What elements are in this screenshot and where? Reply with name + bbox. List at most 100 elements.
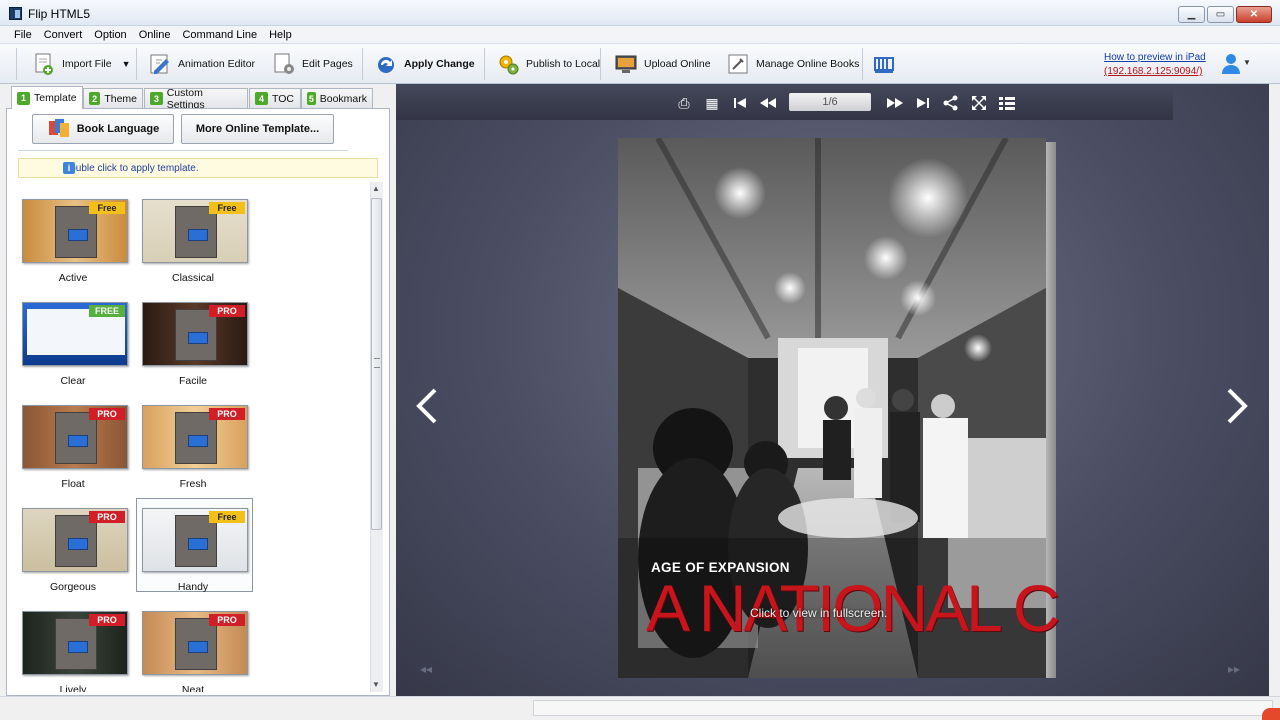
import-file-button[interactable]: Import File ▼ — [28, 48, 135, 80]
template-label: Handy — [177, 581, 209, 593]
template-badge: PRO — [209, 408, 245, 420]
apply-change-button[interactable]: Apply Change — [370, 48, 479, 80]
bookshelf-icon — [872, 52, 896, 76]
last-page-icon[interactable] — [914, 94, 932, 112]
template-thumb-float[interactable]: PRO — [22, 405, 128, 469]
menu-option[interactable]: Option — [88, 29, 132, 41]
template-label: Gorgeous — [49, 581, 97, 593]
template-thumb-handy[interactable]: Free — [142, 508, 248, 572]
book-language-icon — [47, 118, 71, 141]
publish-gear-icon — [496, 52, 520, 76]
toolbar-separator — [600, 48, 601, 80]
publish-local-label: Publish to Local — [526, 58, 601, 70]
share-icon[interactable] — [942, 94, 960, 112]
menu-bar: File Convert Option Online Command Line … — [0, 26, 1280, 44]
template-thumb-facile[interactable]: PRO — [142, 302, 248, 366]
book-language-label: Book Language — [76, 123, 160, 135]
close-button[interactable]: ✕ — [1236, 6, 1272, 23]
template-thumb-active[interactable]: Free — [22, 199, 128, 263]
page-number-input[interactable]: 1/6 — [789, 93, 871, 111]
ipad-preview-address-link[interactable]: (192.168.2.125:9094/) — [1104, 66, 1202, 77]
first-page-corner-icon[interactable]: ◂◂ — [420, 662, 432, 676]
template-label: Neat — [181, 684, 205, 692]
tab-bookmark[interactable]: 5 Bookmark — [301, 88, 373, 108]
maximize-button[interactable]: ▭ — [1207, 6, 1234, 23]
fullscreen-hint: Click to view in fullscreen. — [750, 606, 888, 620]
template-label: Facile — [178, 375, 207, 387]
more-online-templates-button[interactable]: More Online Template... — [181, 114, 334, 144]
window-title: Flip HTML5 — [28, 7, 91, 21]
user-icon[interactable] — [1220, 52, 1242, 76]
table-of-contents-icon[interactable] — [998, 94, 1016, 112]
tab-number-badge: 1 — [17, 91, 30, 105]
tab-custom-settings[interactable]: 3 Custom Settings — [144, 86, 248, 111]
info-icon: i — [63, 162, 75, 174]
template-badge: FREE — [89, 305, 125, 317]
tab-label: Template — [34, 92, 77, 104]
previous-page-icon[interactable] — [758, 94, 778, 112]
template-label: Classical — [171, 272, 214, 284]
template-thumb-neat[interactable]: PRO — [142, 611, 248, 675]
bookshelf-button[interactable] — [868, 48, 900, 80]
apply-change-icon — [374, 52, 398, 76]
previous-page-arrow-icon[interactable] — [413, 386, 439, 434]
manage-online-label: Manage Online Books — [756, 58, 860, 70]
chevron-down-icon[interactable]: ▼ — [1243, 58, 1251, 67]
menu-help[interactable]: Help — [263, 29, 298, 41]
first-page-icon[interactable] — [731, 94, 749, 112]
divider — [18, 150, 348, 151]
chevron-down-icon: ▼ — [121, 59, 131, 69]
scrollbar-grip — [374, 358, 380, 368]
edit-pages-button[interactable]: Edit Pages — [268, 48, 357, 80]
template-thumb-classical[interactable]: Free — [142, 199, 248, 263]
menu-file[interactable]: File — [8, 29, 38, 41]
template-thumb-gorgeous[interactable]: PRO — [22, 508, 128, 572]
template-label: Clear — [60, 375, 86, 387]
toolbar-separator — [136, 48, 137, 80]
last-page-corner-icon[interactable]: ▸▸ — [1228, 662, 1240, 676]
template-badge: Free — [209, 202, 245, 214]
toolbar-separator — [484, 48, 485, 80]
app-logo-icon — [9, 7, 22, 20]
next-page-icon[interactable] — [885, 94, 905, 112]
template-label: Fresh — [179, 478, 207, 490]
book-language-button[interactable]: Book Language — [32, 114, 174, 144]
edit-pages-label: Edit Pages — [302, 58, 353, 70]
scroll-down-arrow-icon[interactable]: ▼ — [372, 680, 380, 689]
menu-convert[interactable]: Convert — [38, 29, 89, 41]
tab-label: Custom Settings — [166, 86, 205, 111]
menu-online[interactable]: Online — [133, 29, 177, 41]
tab-number-badge: 4 — [255, 92, 268, 105]
toolbar-separator — [16, 48, 17, 80]
template-label: Active — [58, 272, 88, 284]
upload-online-button[interactable]: Upload Online — [610, 48, 715, 80]
minimize-button[interactable]: ▁ — [1178, 6, 1205, 23]
tab-toc[interactable]: 4 TOC — [249, 88, 301, 108]
tab-template[interactable]: 1 Template — [11, 86, 83, 109]
publish-local-button[interactable]: Publish to Local — [492, 48, 604, 80]
template-badge: Free — [209, 511, 245, 523]
edit-pages-icon — [272, 52, 296, 76]
close-icon: ✕ — [1249, 9, 1259, 20]
template-thumb-lively[interactable]: PRO — [22, 611, 128, 675]
template-thumb-clear[interactable]: FREE — [22, 302, 128, 366]
manage-books-icon — [726, 52, 750, 76]
template-thumb-fresh[interactable]: PRO — [142, 405, 248, 469]
fullscreen-icon[interactable] — [970, 94, 988, 112]
menu-command-line[interactable]: Command Line — [176, 29, 263, 41]
next-page-arrow-icon[interactable] — [1225, 386, 1251, 434]
manage-online-books-button[interactable]: Manage Online Books — [722, 48, 863, 80]
preview-toolbar — [396, 84, 1173, 120]
template-tab-content — [6, 108, 390, 696]
tab-label: Bookmark — [319, 92, 367, 105]
template-badge: Free — [89, 202, 125, 214]
import-file-label: Import File — [62, 58, 112, 70]
animation-editor-icon — [148, 52, 172, 76]
thumbnails-icon[interactable]: ▦ — [703, 94, 721, 112]
animation-editor-button[interactable]: Animation Editor — [144, 48, 259, 80]
print-icon[interactable]: ⎙ — [675, 94, 693, 112]
upload-online-icon — [614, 52, 638, 76]
tab-theme[interactable]: 2 Theme — [83, 88, 143, 108]
scroll-up-arrow-icon[interactable]: ▲ — [372, 184, 380, 193]
ipad-preview-link[interactable]: How to preview in iPad — [1104, 52, 1206, 63]
